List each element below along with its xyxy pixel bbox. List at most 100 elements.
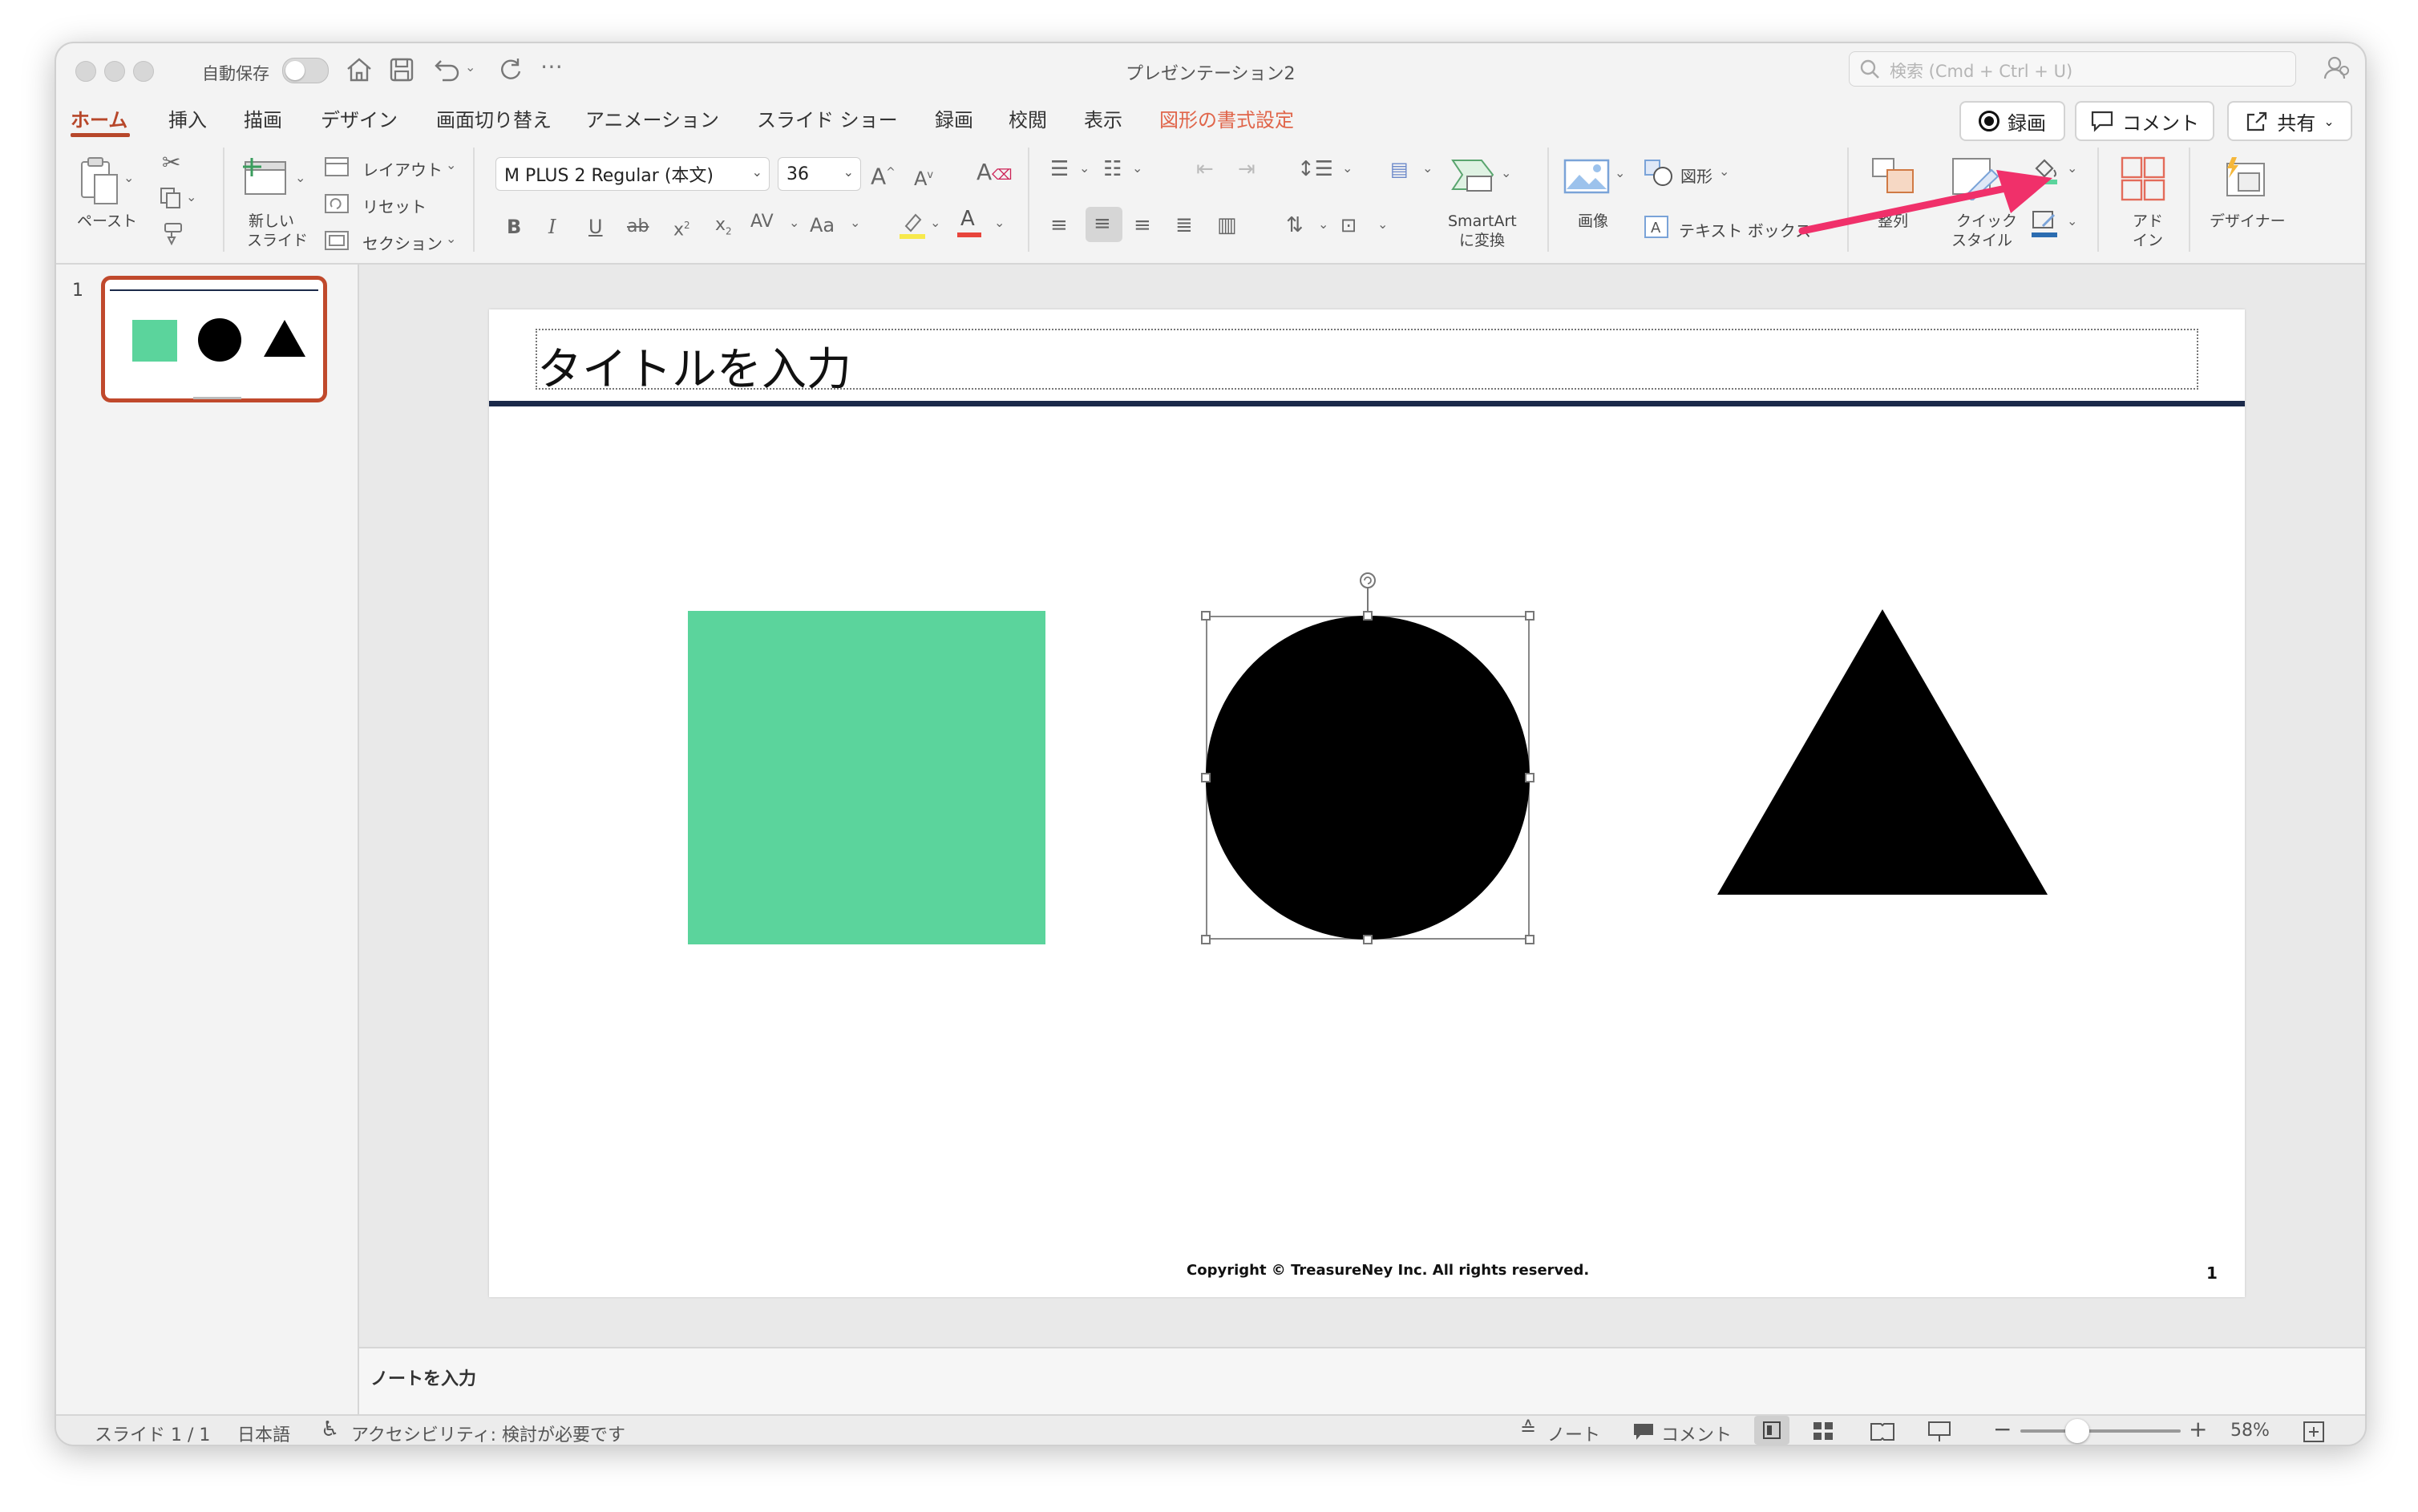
green-square-shape[interactable] — [688, 611, 1045, 944]
superscript-icon[interactable]: x2 — [673, 213, 690, 242]
resize-handle-top[interactable] — [1363, 611, 1373, 621]
resize-handle-bottom-right[interactable] — [1525, 935, 1534, 944]
text-direction-icon[interactable]: ⇅ — [1286, 213, 1304, 237]
font-color-icon[interactable]: A — [960, 207, 975, 231]
zoom-slider-track[interactable] — [2020, 1429, 2181, 1433]
shapes-icon[interactable] — [1644, 159, 1674, 188]
comments-toggle-label[interactable]: コメント — [1661, 1421, 1732, 1445]
columns-chevron-icon[interactable]: ⌄ — [1422, 160, 1433, 176]
align-right-icon[interactable]: ≡ — [1134, 213, 1151, 237]
undo-icon[interactable] — [433, 56, 462, 83]
shape-outline-chevron-icon[interactable]: ⌄ — [2067, 213, 2077, 228]
black-circle-shape[interactable] — [1206, 616, 1530, 940]
normal-view-button[interactable] — [1754, 1416, 1789, 1445]
slideshow-view-icon[interactable] — [1927, 1421, 1951, 1443]
resize-handle-left[interactable] — [1201, 773, 1211, 782]
image-chevron-icon[interactable]: ⌄ — [1615, 165, 1625, 180]
font-name-select[interactable]: M PLUS 2 Regular (本文) ⌄ — [495, 157, 770, 191]
new-slide-chevron-icon[interactable]: ⌄ — [295, 170, 305, 185]
accessibility-icon[interactable]: ♿ — [321, 1417, 339, 1441]
tab-record[interactable]: 録画 — [935, 104, 973, 132]
decrease-font-size-icon[interactable]: Av — [914, 164, 933, 191]
columns-icon[interactable]: ▤ — [1390, 157, 1409, 181]
undo-dropdown-chevron-icon[interactable]: ⌄ — [465, 59, 475, 75]
zoom-level[interactable]: 58% — [2230, 1421, 2270, 1441]
zoom-window-button[interactable] — [133, 61, 154, 82]
tab-design[interactable]: デザイン — [321, 104, 398, 132]
reset-label[interactable]: リセット — [362, 194, 427, 217]
copy-icon[interactable] — [159, 186, 183, 210]
justify-icon[interactable]: ≣ — [1175, 213, 1193, 237]
change-case-icon[interactable]: Aa — [810, 213, 835, 237]
shapes-label[interactable]: 図形 — [1680, 164, 1712, 187]
section-label[interactable]: セクション — [362, 231, 443, 254]
comments-toggle-icon[interactable] — [1632, 1422, 1655, 1441]
reading-view-icon[interactable] — [1870, 1421, 1895, 1441]
numbering-icon[interactable]: ☷ — [1103, 157, 1122, 181]
resize-handle-top-right[interactable] — [1525, 611, 1534, 621]
zoom-in-icon[interactable]: + — [2189, 1416, 2207, 1442]
align-text-icon[interactable]: ⊡ — [1340, 213, 1357, 237]
bold-icon[interactable]: B — [507, 215, 521, 239]
fit-to-window-icon[interactable] — [2303, 1421, 2325, 1443]
shape-fill-chevron-icon[interactable]: ⌄ — [2067, 160, 2077, 176]
language-indicator[interactable]: 日本語 — [237, 1421, 290, 1445]
tab-home[interactable]: ホーム — [71, 104, 127, 132]
format-painter-icon[interactable] — [159, 221, 184, 245]
tab-transitions[interactable]: 画面切り替え — [436, 104, 552, 132]
search-box[interactable]: 検索 (Cmd + Ctrl + U) — [1849, 51, 2296, 87]
decrease-indent-icon[interactable]: ⇤ — [1196, 157, 1214, 181]
textbox-label[interactable]: テキスト ボックス — [1679, 218, 1811, 241]
slide-canvas[interactable]: タイトルを入力 Copyright © TreasureNey Inc. All… — [489, 309, 2245, 1297]
align-text-chevron-icon[interactable]: ⌄ — [1377, 216, 1388, 232]
italic-icon[interactable]: I — [548, 215, 556, 239]
resize-handle-bottom[interactable] — [1363, 935, 1373, 944]
designer-icon[interactable] — [2221, 156, 2269, 200]
align-left-icon[interactable]: ≡ — [1050, 213, 1068, 237]
font-color-chevron-icon[interactable]: ⌄ — [994, 215, 1005, 230]
smartart-chevron-icon[interactable]: ⌄ — [1501, 165, 1511, 180]
zoom-slider-thumb[interactable] — [2065, 1419, 2089, 1443]
tab-review[interactable]: 校閲 — [1009, 104, 1047, 132]
minimize-window-button[interactable] — [104, 61, 125, 82]
highlight-chevron-icon[interactable]: ⌄ — [930, 215, 940, 230]
font-size-select[interactable]: 36 ⌄ — [778, 157, 861, 191]
numbering-chevron-icon[interactable]: ⌄ — [1132, 160, 1142, 176]
title-placeholder-box[interactable]: タイトルを入力 — [536, 329, 2198, 396]
zoom-out-icon[interactable]: − — [1993, 1416, 2012, 1442]
more-icon[interactable]: ⋯ — [540, 53, 563, 79]
home-icon[interactable] — [345, 56, 374, 83]
notes-toggle-label[interactable]: ノート — [1547, 1421, 1600, 1445]
close-window-button[interactable] — [75, 61, 96, 82]
increase-font-size-icon[interactable]: A^ — [871, 160, 896, 188]
character-spacing-chevron-icon[interactable]: ⌄ — [789, 215, 799, 230]
image-icon[interactable] — [1563, 159, 1610, 194]
line-spacing-icon[interactable]: ↕☰ — [1297, 157, 1333, 181]
text-direction-chevron-icon[interactable]: ⌄ — [1318, 216, 1328, 232]
tab-insert[interactable]: 挿入 — [168, 104, 207, 132]
layout-label[interactable]: レイアウト — [362, 157, 443, 180]
increase-indent-icon[interactable]: ⇥ — [1238, 157, 1256, 181]
underline-icon[interactable]: U — [588, 215, 603, 239]
tab-view[interactable]: 表示 — [1084, 104, 1122, 132]
accessibility-status[interactable]: アクセシビリティ: 検討が必要です — [351, 1421, 625, 1445]
align-center-button[interactable]: ≡ — [1086, 207, 1122, 242]
textbox-icon[interactable]: A — [1644, 215, 1671, 239]
slide-sorter-view-icon[interactable] — [1812, 1421, 1834, 1441]
layout-chevron-icon[interactable]: ⌄ — [446, 157, 456, 172]
slide-thumbnail-1[interactable] — [101, 276, 327, 402]
record-button[interactable]: 録画 — [1959, 101, 2065, 141]
new-slide-icon[interactable] — [242, 156, 290, 200]
bullets-icon[interactable]: ☰ — [1050, 157, 1069, 181]
section-icon[interactable] — [324, 229, 350, 252]
tab-draw[interactable]: 描画 — [244, 104, 282, 132]
tab-shape-format[interactable]: 図形の書式設定 — [1159, 104, 1294, 132]
share-button[interactable]: 共有 ⌄ — [2227, 101, 2352, 141]
resize-handle-right[interactable] — [1525, 773, 1534, 782]
section-chevron-icon[interactable]: ⌄ — [446, 231, 456, 246]
rotate-handle-icon[interactable] — [1358, 571, 1377, 590]
line-spacing-chevron-icon[interactable]: ⌄ — [1342, 160, 1353, 176]
subscript-icon[interactable]: x2 — [715, 213, 732, 243]
resize-handle-bottom-left[interactable] — [1201, 935, 1211, 944]
account-icon[interactable] — [2323, 55, 2351, 82]
